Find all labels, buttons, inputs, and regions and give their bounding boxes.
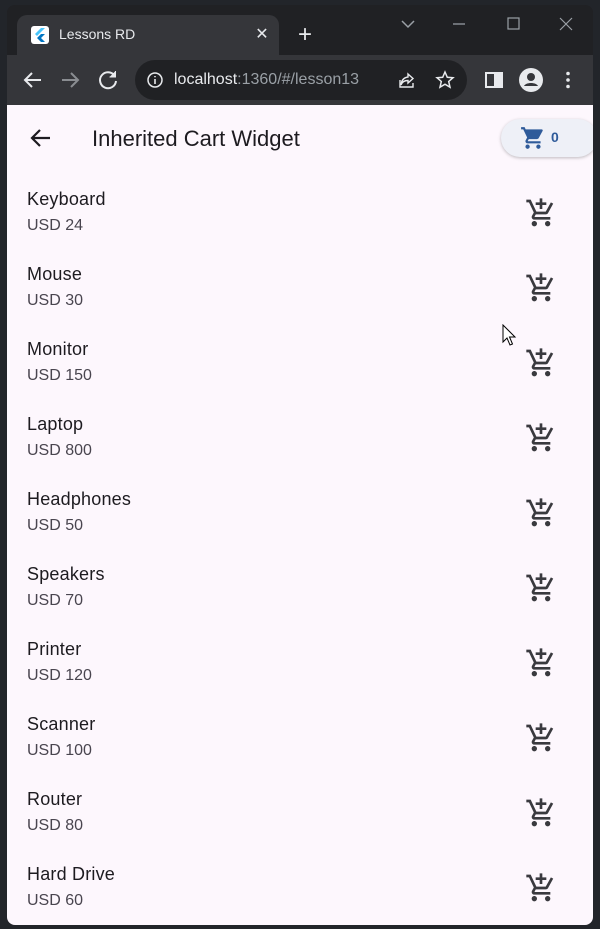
browser-tab[interactable]: Lessons RD ✕ xyxy=(17,15,279,55)
app-bar: Inherited Cart Widget 0 xyxy=(7,105,593,173)
product-price: USD 70 xyxy=(27,592,84,609)
add-shopping-cart-icon[interactable] xyxy=(525,497,557,529)
mouse-cursor-icon xyxy=(502,323,518,348)
new-tab-button[interactable]: + xyxy=(291,21,319,49)
tab-search-chevron-icon[interactable] xyxy=(393,13,423,35)
tab-close-icon[interactable]: ✕ xyxy=(251,24,273,46)
cart-button[interactable]: 0 xyxy=(501,119,593,157)
side-panel-icon[interactable] xyxy=(480,66,508,94)
close-window-icon[interactable] xyxy=(551,13,581,35)
product-name: Laptop xyxy=(27,414,84,434)
reload-icon[interactable] xyxy=(94,66,122,94)
product-list-item[interactable]: Headphones USD 50 xyxy=(7,473,593,548)
tab-title: Lessons RD xyxy=(59,26,136,42)
back-nav-icon[interactable] xyxy=(19,66,47,94)
profile-avatar-icon[interactable] xyxy=(517,66,545,94)
minimize-icon[interactable] xyxy=(444,13,474,35)
page-title: Inherited Cart Widget xyxy=(92,126,300,151)
product-name: Mouse xyxy=(27,264,83,284)
product-name: Hard Drive xyxy=(27,864,116,884)
product-list-item[interactable]: Scanner USD 100 xyxy=(7,698,593,773)
page-content: Inherited Cart Widget 0 Keyboard USD 24 … xyxy=(7,105,593,925)
product-name: Printer xyxy=(27,639,82,659)
product-name: Monitor xyxy=(27,339,89,359)
product-name: Headphones xyxy=(27,489,132,509)
product-price: USD 50 xyxy=(27,517,84,534)
site-info-icon[interactable] xyxy=(146,71,164,94)
flutter-favicon-icon xyxy=(31,26,49,44)
shopping-cart-icon xyxy=(520,125,546,151)
product-list-item[interactable]: Laptop USD 800 xyxy=(7,398,593,473)
cart-count: 0 xyxy=(551,129,559,145)
add-shopping-cart-icon[interactable] xyxy=(525,347,557,379)
product-list: Keyboard USD 24 Mouse USD 30 Monitor USD… xyxy=(7,173,593,923)
add-shopping-cart-icon[interactable] xyxy=(525,422,557,454)
bookmark-star-icon[interactable] xyxy=(435,70,455,95)
product-price: USD 24 xyxy=(27,217,84,234)
back-arrow-icon[interactable] xyxy=(25,122,57,154)
product-price: USD 800 xyxy=(27,442,92,459)
product-list-item[interactable]: Mouse USD 30 xyxy=(7,248,593,323)
url-text[interactable]: localhost:1360/#/lesson13 xyxy=(174,71,359,89)
forward-nav-icon[interactable] xyxy=(56,66,84,94)
product-name: Keyboard xyxy=(27,189,106,209)
browser-toolbar: localhost:1360/#/lesson13 xyxy=(7,55,593,105)
product-name: Router xyxy=(27,789,83,809)
product-price: USD 60 xyxy=(27,892,84,909)
address-bar[interactable]: localhost:1360/#/lesson13 xyxy=(135,60,467,100)
maximize-icon[interactable] xyxy=(498,13,528,35)
product-name: Scanner xyxy=(27,714,96,734)
add-shopping-cart-icon[interactable] xyxy=(525,197,557,229)
product-name: Speakers xyxy=(27,564,105,584)
menu-kebab-icon[interactable] xyxy=(554,66,582,94)
share-icon[interactable] xyxy=(397,70,417,95)
add-shopping-cart-icon[interactable] xyxy=(525,572,557,604)
product-price: USD 80 xyxy=(27,817,84,834)
product-list-item[interactable]: Speakers USD 70 xyxy=(7,548,593,623)
product-list-item[interactable]: Keyboard USD 24 xyxy=(7,173,593,248)
tab-strip: Lessons RD ✕ + xyxy=(7,5,593,55)
product-price: USD 30 xyxy=(27,292,84,309)
product-price: USD 150 xyxy=(27,367,92,384)
browser-window: Lessons RD ✕ + localhost:1360/#/lesson13… xyxy=(7,5,593,925)
product-list-item[interactable]: Router USD 80 xyxy=(7,773,593,848)
add-shopping-cart-icon[interactable] xyxy=(525,272,557,304)
product-list-item[interactable]: Hard Drive USD 60 xyxy=(7,848,593,923)
add-shopping-cart-icon[interactable] xyxy=(525,872,557,904)
add-shopping-cart-icon[interactable] xyxy=(525,722,557,754)
product-list-item[interactable]: Printer USD 120 xyxy=(7,623,593,698)
add-shopping-cart-icon[interactable] xyxy=(525,647,557,679)
add-shopping-cart-icon[interactable] xyxy=(525,797,557,829)
product-price: USD 120 xyxy=(27,667,92,684)
product-price: USD 100 xyxy=(27,742,92,759)
